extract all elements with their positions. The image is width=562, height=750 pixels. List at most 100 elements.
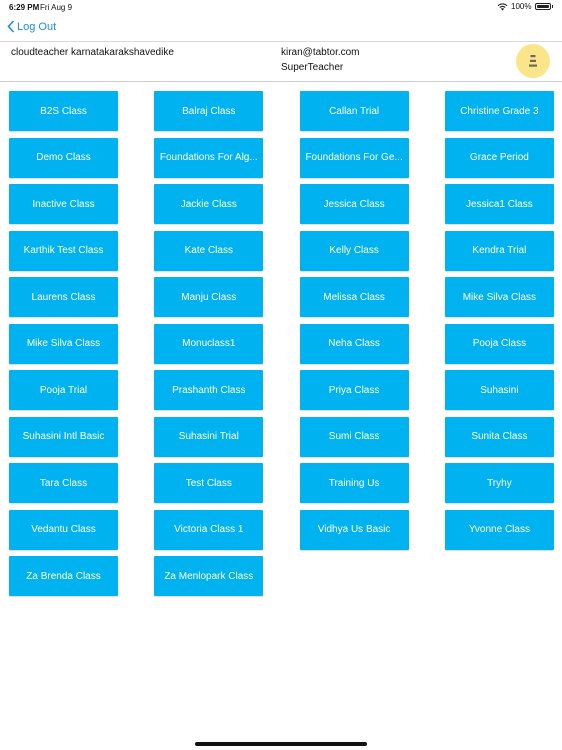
class-button[interactable]: Priya Class <box>299 370 409 410</box>
class-button[interactable]: Prashanth Class <box>154 370 264 410</box>
class-button[interactable]: Pooja Trial <box>9 370 118 410</box>
menu-button[interactable] <box>516 44 550 78</box>
class-button-label: Mike Silva Class <box>26 338 101 349</box>
class-button-label: Foundations For Alg... <box>159 152 258 163</box>
class-button-label: Suhasini Trial <box>178 431 239 442</box>
class-button-label: Callan Trial <box>329 105 380 117</box>
class-button[interactable]: Jackie Class <box>154 184 264 224</box>
class-button[interactable]: Training Us <box>299 463 409 503</box>
class-button-label: Laurens Class <box>31 291 96 303</box>
class-button[interactable]: Demo Class <box>9 137 118 178</box>
class-button[interactable]: Tryhy <box>444 463 554 503</box>
battery-tip <box>551 5 553 8</box>
class-button[interactable]: Jessica Class <box>299 184 409 224</box>
class-button-label: Melissa Class <box>323 291 385 303</box>
logout-button[interactable]: Log Out <box>7 20 56 33</box>
class-button[interactable]: Manju Class <box>154 277 264 317</box>
class-button[interactable]: Za Menlopark Class <box>154 556 264 596</box>
status-right: 100% <box>497 2 553 11</box>
class-button-label: Suhasini Intl Basic <box>22 431 105 442</box>
status-bar: 6:29 PM Fri Aug 9 100% <box>0 0 562 14</box>
class-button-label: B2S Class <box>40 105 87 117</box>
class-button[interactable]: Sunita Class <box>444 416 554 457</box>
class-button[interactable]: Test Class <box>154 463 264 503</box>
class-button[interactable]: Foundations For Ge... <box>299 137 409 178</box>
battery-icon <box>534 3 551 10</box>
class-button[interactable]: Kate Class <box>154 230 264 271</box>
class-button-label: Jessica Class <box>323 198 385 210</box>
class-button-label: Vedantu Class <box>31 524 96 535</box>
class-button-label: Tryhy <box>487 477 512 489</box>
class-button[interactable]: Tara Class <box>9 463 118 503</box>
class-button[interactable]: Mike Silva Class <box>9 323 118 364</box>
class-button[interactable]: Grace Period <box>444 137 554 178</box>
class-button[interactable]: Inactive Class <box>9 184 118 224</box>
class-button-label: Suhasini <box>480 384 519 396</box>
class-button-label: Victoria Class 1 <box>174 524 244 535</box>
class-button[interactable]: Christine Grade 3 <box>444 91 554 131</box>
class-button[interactable]: Za Brenda Class <box>9 556 118 596</box>
class-button[interactable]: Kendra Trial <box>444 230 554 271</box>
logout-label: Log Out <box>17 20 57 33</box>
class-button[interactable]: Yvonne Class <box>444 509 554 550</box>
status-date: Fri Aug 9 <box>40 3 73 12</box>
class-button[interactable]: Suhasini Trial <box>154 416 264 457</box>
class-button[interactable]: Suhasini Intl Basic <box>9 416 118 457</box>
class-button-label: Balraj Class <box>182 105 236 117</box>
class-button-label: Sumi Class <box>328 431 380 442</box>
class-button[interactable]: Jessica1 Class <box>444 184 554 224</box>
chevron-left-icon <box>7 20 15 33</box>
class-button[interactable]: Laurens Class <box>9 277 118 317</box>
class-button-label: Training Us <box>328 477 380 489</box>
class-button-label: Demo Class <box>36 152 91 163</box>
class-button[interactable]: Foundations For Alg... <box>154 137 264 178</box>
class-button[interactable]: Melissa Class <box>299 277 409 317</box>
user-role: SuperTeacher <box>281 62 344 73</box>
class-button[interactable]: Kelly Class <box>299 230 409 271</box>
class-button[interactable]: Karthik Test Class <box>9 230 118 271</box>
class-button-label: Tara Class <box>39 477 88 489</box>
class-button-label: Inactive Class <box>32 198 95 210</box>
class-button[interactable]: Suhasini <box>444 370 554 410</box>
class-button-label: Christine Grade 3 <box>460 105 539 117</box>
class-button-label: Priya Class <box>328 384 380 396</box>
school-name: cloudteacher karnatakarakshavedike <box>11 47 174 58</box>
list-icon <box>529 55 537 67</box>
status-time: 6:29 PM <box>9 3 40 12</box>
class-button[interactable]: Mike Silva Class <box>444 277 554 317</box>
class-button-label: Pooja Class <box>472 338 527 349</box>
class-button[interactable]: Sumi Class <box>299 416 409 457</box>
class-button-label: Kate Class <box>184 245 233 256</box>
class-button-label: Mike Silva Class <box>462 291 537 303</box>
class-button[interactable]: B2S Class <box>9 91 118 131</box>
user-email: kiran@tabtor.com <box>281 47 360 58</box>
battery-percent: 100% <box>511 2 532 11</box>
class-button[interactable]: Monuclass1 <box>154 323 264 364</box>
class-button-label: Manju Class <box>181 291 237 303</box>
class-button-label: Sunita Class <box>471 431 528 442</box>
class-button-label: Yvonne Class <box>468 524 530 535</box>
class-button[interactable]: Pooja Class <box>444 323 554 364</box>
class-button-label: Pooja Trial <box>39 384 88 396</box>
class-button-label: Monuclass1 <box>182 338 236 349</box>
class-button-label: Za Brenda Class <box>26 570 101 582</box>
class-button-label: Test Class <box>185 477 232 489</box>
wifi-icon <box>497 2 508 10</box>
class-grid: B2S Class Balraj Class Callan Trial Christi… <box>9 91 554 596</box>
class-button-label: Jackie Class <box>180 198 237 210</box>
class-button-label: Vidhya Us Basic <box>317 524 391 535</box>
class-button[interactable]: Vedantu Class <box>9 509 118 550</box>
class-button-label: Jessica1 Class <box>466 198 533 210</box>
class-button-label: Foundations For Ge... <box>305 152 403 163</box>
nav-bar: Log Out <box>0 14 562 42</box>
class-button-label: Neha Class <box>328 338 380 349</box>
class-button[interactable]: Callan Trial <box>299 91 409 131</box>
class-button-label: Kelly Class <box>329 245 379 256</box>
class-button-label: Za Menlopark Class <box>164 570 254 582</box>
class-button[interactable]: Victoria Class 1 <box>154 509 264 550</box>
class-button-label: Kendra Trial <box>472 245 527 256</box>
class-button[interactable]: Vidhya Us Basic <box>299 509 409 550</box>
class-button[interactable]: Balraj Class <box>154 91 264 131</box>
class-button[interactable]: Neha Class <box>299 323 409 364</box>
home-indicator <box>195 742 367 746</box>
